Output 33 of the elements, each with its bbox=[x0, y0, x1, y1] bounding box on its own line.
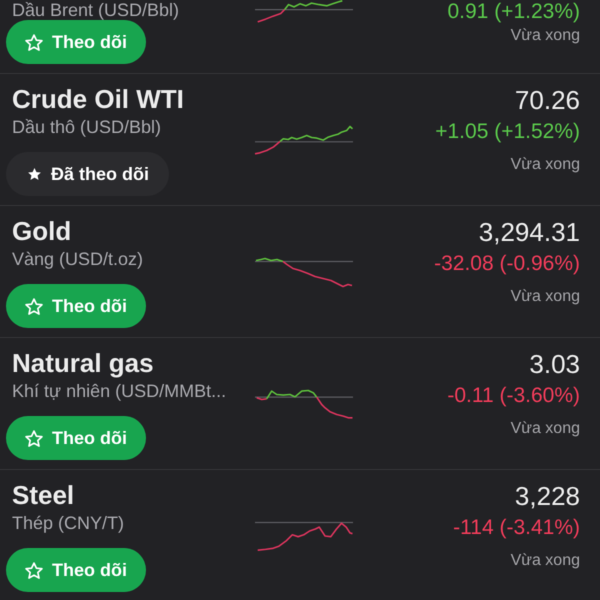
star-outline-icon bbox=[25, 430, 43, 446]
update-time: Vừa xong bbox=[510, 26, 580, 46]
price-change: 0.91 (+1.23%) bbox=[447, 0, 580, 24]
star-outline-icon bbox=[25, 34, 43, 50]
price-change: -114 (-3.41%) bbox=[453, 515, 580, 541]
commodity-unit: Thép (CNY/T) bbox=[12, 512, 124, 534]
commodity-name: Steel bbox=[12, 480, 74, 510]
follow-button[interactable]: Theo dõi bbox=[6, 20, 146, 64]
commodity-name: Gold bbox=[12, 216, 72, 246]
star-outline-icon bbox=[25, 298, 43, 314]
commodity-unit: Dầu thô (USD/Bbl) bbox=[12, 116, 162, 138]
price-value: 3,228 bbox=[514, 481, 580, 511]
price-change: -32.08 (-0.96%) bbox=[434, 251, 580, 277]
follow-button[interactable]: Theo dõi bbox=[6, 416, 146, 460]
star-icon bbox=[28, 168, 41, 180]
price-change: -0.11 (-3.60%) bbox=[447, 383, 580, 409]
follow-button[interactable]: Theo dõi bbox=[6, 548, 146, 592]
update-time: Vừa xong bbox=[510, 155, 580, 175]
commodity-name: Natural gas bbox=[12, 348, 154, 378]
price-value: 70.26 bbox=[514, 85, 580, 115]
commodity-unit: Dầu Brent (USD/Bbl) bbox=[12, 0, 180, 20]
update-time: Vừa xong bbox=[510, 551, 580, 571]
price-value: 3,294.31 bbox=[478, 217, 580, 247]
star-outline-icon bbox=[25, 562, 43, 578]
follow-button[interactable]: Đã theo dõi bbox=[6, 152, 169, 196]
update-time: Vừa xong bbox=[510, 287, 580, 307]
update-time: Vừa xong bbox=[510, 419, 580, 439]
commodity-name: Crude Oil WTI bbox=[12, 84, 184, 114]
follow-button[interactable]: Theo dõi bbox=[6, 284, 146, 328]
commodity-unit: Vàng (USD/t.oz) bbox=[12, 248, 144, 270]
commodity-unit: Khí tự nhiên (USD/MMBt... bbox=[12, 380, 226, 402]
price-value: 3.03 bbox=[529, 349, 580, 379]
price-change: +1.05 (+1.52%) bbox=[435, 119, 580, 145]
